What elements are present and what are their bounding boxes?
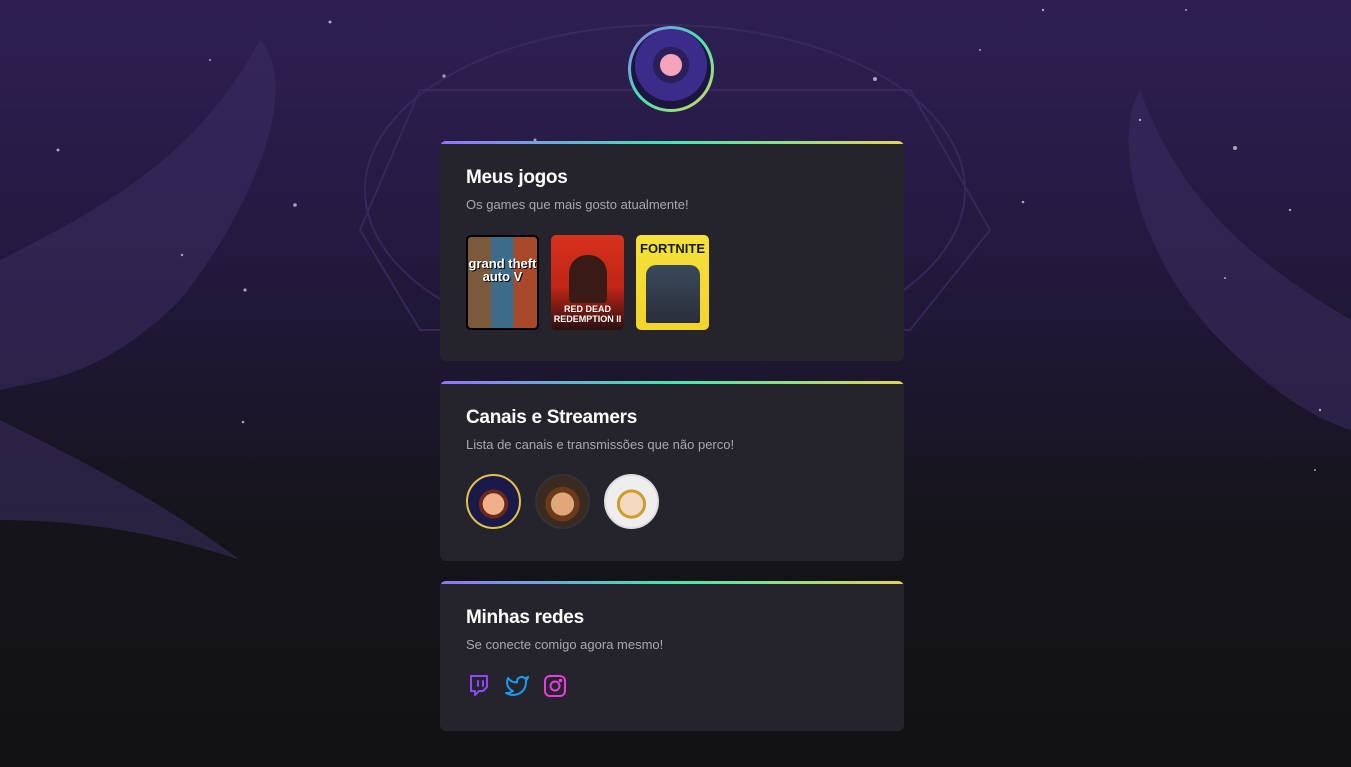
twitch-icon [470,675,488,696]
socials-card-subtitle: Se conecte comigo agora mesmo! [466,637,664,652]
gta-cover-title: grand theft auto V [468,256,537,284]
socials-card: Minhas redes Se conecte comigo agora mes… [440,581,904,731]
games-list: grand theft auto V RED DEAD REDEMPTION I… [466,235,878,330]
fortnite-cover[interactable]: FORTNITE [636,235,709,330]
profile-avatar [628,26,714,112]
rdr2-cover[interactable]: RED DEAD REDEMPTION II [551,235,624,330]
streamer-avatar-2[interactable] [535,474,590,529]
gta-cover[interactable]: grand theft auto V [466,235,539,330]
games-card: Meus jogos Os games que mais gosto atual… [440,141,904,361]
streamers-card-title: Canais e Streamers [466,407,637,428]
twitch-link[interactable] [466,673,492,699]
games-card-title: Meus jogos [466,167,568,188]
instagram-link[interactable] [542,673,568,699]
social-links [466,673,878,699]
streamers-list [466,474,878,529]
rdr2-character [569,255,607,303]
socials-card-title: Minhas redes [466,607,584,628]
games-card-subtitle: Os games que mais gosto atualmente! [466,197,689,212]
streamer-avatar-3[interactable] [604,474,659,529]
streamers-card-subtitle: Lista de canais e transmissões que não p… [466,437,735,452]
twitter-icon [505,676,529,696]
fortnite-characters [646,265,700,323]
fortnite-cover-title: FORTNITE [640,241,705,256]
instagram-icon [544,675,566,697]
rdr2-cover-title: RED DEAD REDEMPTION II [553,304,622,324]
twitter-link[interactable] [504,673,530,699]
profile-photo [631,29,711,109]
streamers-card: Canais e Streamers Lista de canais e tra… [440,381,904,561]
streamer-avatar-1[interactable] [466,474,521,529]
